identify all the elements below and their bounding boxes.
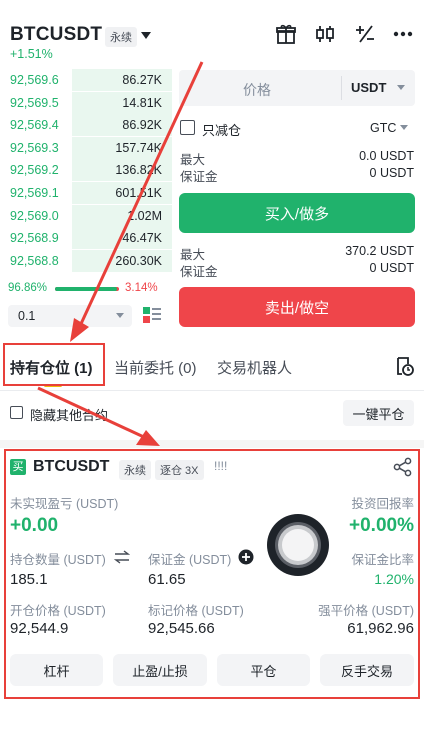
tif-select[interactable]: GTC xyxy=(370,121,396,135)
orderbook-qty: 157.74K xyxy=(115,140,162,155)
orderbook-price: 92,569.3 xyxy=(10,140,59,155)
orderbook-row[interactable]: 92,569.0 1.02M xyxy=(0,204,172,227)
divider xyxy=(341,76,342,100)
unit-select[interactable]: USDT xyxy=(351,80,386,95)
orderbook-row[interactable]: 92,569.1 601.51K xyxy=(0,182,172,204)
annotation-box-position xyxy=(4,449,420,699)
orderbook-qty: 46.47K xyxy=(122,231,162,246)
buy-max-value: 0.0 USDT xyxy=(359,149,414,163)
orderbook-qty: 1.02M xyxy=(127,208,162,223)
orderbook-qty: 136.82K xyxy=(115,163,162,178)
buy-long-button[interactable]: 买入/做多 xyxy=(179,193,415,233)
hide-other-label: 隐藏其他合约 xyxy=(30,408,109,423)
buy-margin-value: 0 USDT xyxy=(369,166,414,180)
orderbook-price: 92,569.5 xyxy=(10,95,59,110)
sell-max-value: 370.2 USDT xyxy=(345,244,414,258)
chevron-down-icon[interactable] xyxy=(397,85,405,90)
contract-type-tag: 永续 xyxy=(105,27,137,47)
orderbook-price: 92,569.0 xyxy=(10,208,59,223)
orderbook-price: 92,569.4 xyxy=(10,118,59,133)
gift-icon[interactable] xyxy=(275,23,297,45)
buy-margin-label: 保证金 xyxy=(180,170,218,184)
sell-ratio: 3.14% xyxy=(125,282,158,294)
price-input[interactable]: 价格 USDT xyxy=(179,70,415,106)
reduce-only-checkbox[interactable] xyxy=(180,120,195,135)
depth-select[interactable]: 0.1 xyxy=(8,305,132,327)
orderbook-qty: 14.81K xyxy=(122,95,162,110)
section-gap xyxy=(0,440,424,448)
sell-margin-value: 0 USDT xyxy=(369,261,414,275)
orderbook-row[interactable]: 92,568.9 46.47K xyxy=(0,227,172,250)
orderbook-qty: 86.27K xyxy=(122,73,162,87)
orderbook-price: 92,568.8 xyxy=(10,253,59,268)
tab-open-orders[interactable]: 当前委托 (0) xyxy=(114,357,197,378)
orderbook-row[interactable]: 92,569.3 157.74K xyxy=(0,136,172,159)
chevron-down-icon xyxy=(116,313,124,318)
reduce-only-label: 只减仓 xyxy=(202,123,242,138)
history-icon[interactable] xyxy=(393,355,415,377)
orderbook-row[interactable]: 92,568.8 260.30K xyxy=(0,249,172,272)
orderbook-qty: 601.51K xyxy=(115,186,162,200)
orderbook-qty: 86.92K xyxy=(122,118,162,133)
orderbook-price: 92,569.1 xyxy=(10,186,59,200)
price-placeholder: 价格 xyxy=(243,82,271,98)
close-all-button[interactable]: 一键平仓 xyxy=(343,400,414,426)
orderbook-price: 92,568.9 xyxy=(10,231,59,246)
orderbook-layout-icon[interactable] xyxy=(142,305,162,325)
hide-other-checkbox[interactable] xyxy=(10,406,23,419)
price-change: +1.51% xyxy=(10,47,53,61)
chevron-down-icon[interactable] xyxy=(400,125,408,130)
calculator-icon[interactable] xyxy=(354,23,376,45)
depth-select-value: 0.1 xyxy=(18,309,36,323)
candlestick-icon[interactable] xyxy=(314,23,336,45)
ratio-bar-fill xyxy=(55,287,117,291)
sell-margin-label: 保证金 xyxy=(180,265,218,279)
orderbook-row[interactable]: 92,569.5 14.81K xyxy=(0,91,172,114)
symbol-title[interactable]: BTCUSDT xyxy=(10,24,102,46)
orderbook-row[interactable]: 92,569.6 86.27K xyxy=(0,69,172,91)
tab-trading-bots[interactable]: 交易机器人 xyxy=(217,357,292,378)
annotation-box-tab xyxy=(3,343,105,386)
orderbook-row[interactable]: 92,569.2 136.82K xyxy=(0,159,172,182)
buy-ratio: 96.86% xyxy=(8,282,48,294)
orderbook-row[interactable]: 92,569.4 86.92K xyxy=(0,114,172,137)
orderbook-price: 92,569.6 xyxy=(10,73,59,87)
orderbook-price: 92,569.2 xyxy=(10,163,59,178)
chevron-down-icon[interactable] xyxy=(141,32,151,39)
more-icon[interactable] xyxy=(393,31,413,37)
tabs-divider xyxy=(0,390,424,391)
sell-short-button[interactable]: 卖出/做空 xyxy=(179,287,415,327)
ratio-bar xyxy=(55,287,119,291)
orderbook-qty: 260.30K xyxy=(115,253,162,268)
